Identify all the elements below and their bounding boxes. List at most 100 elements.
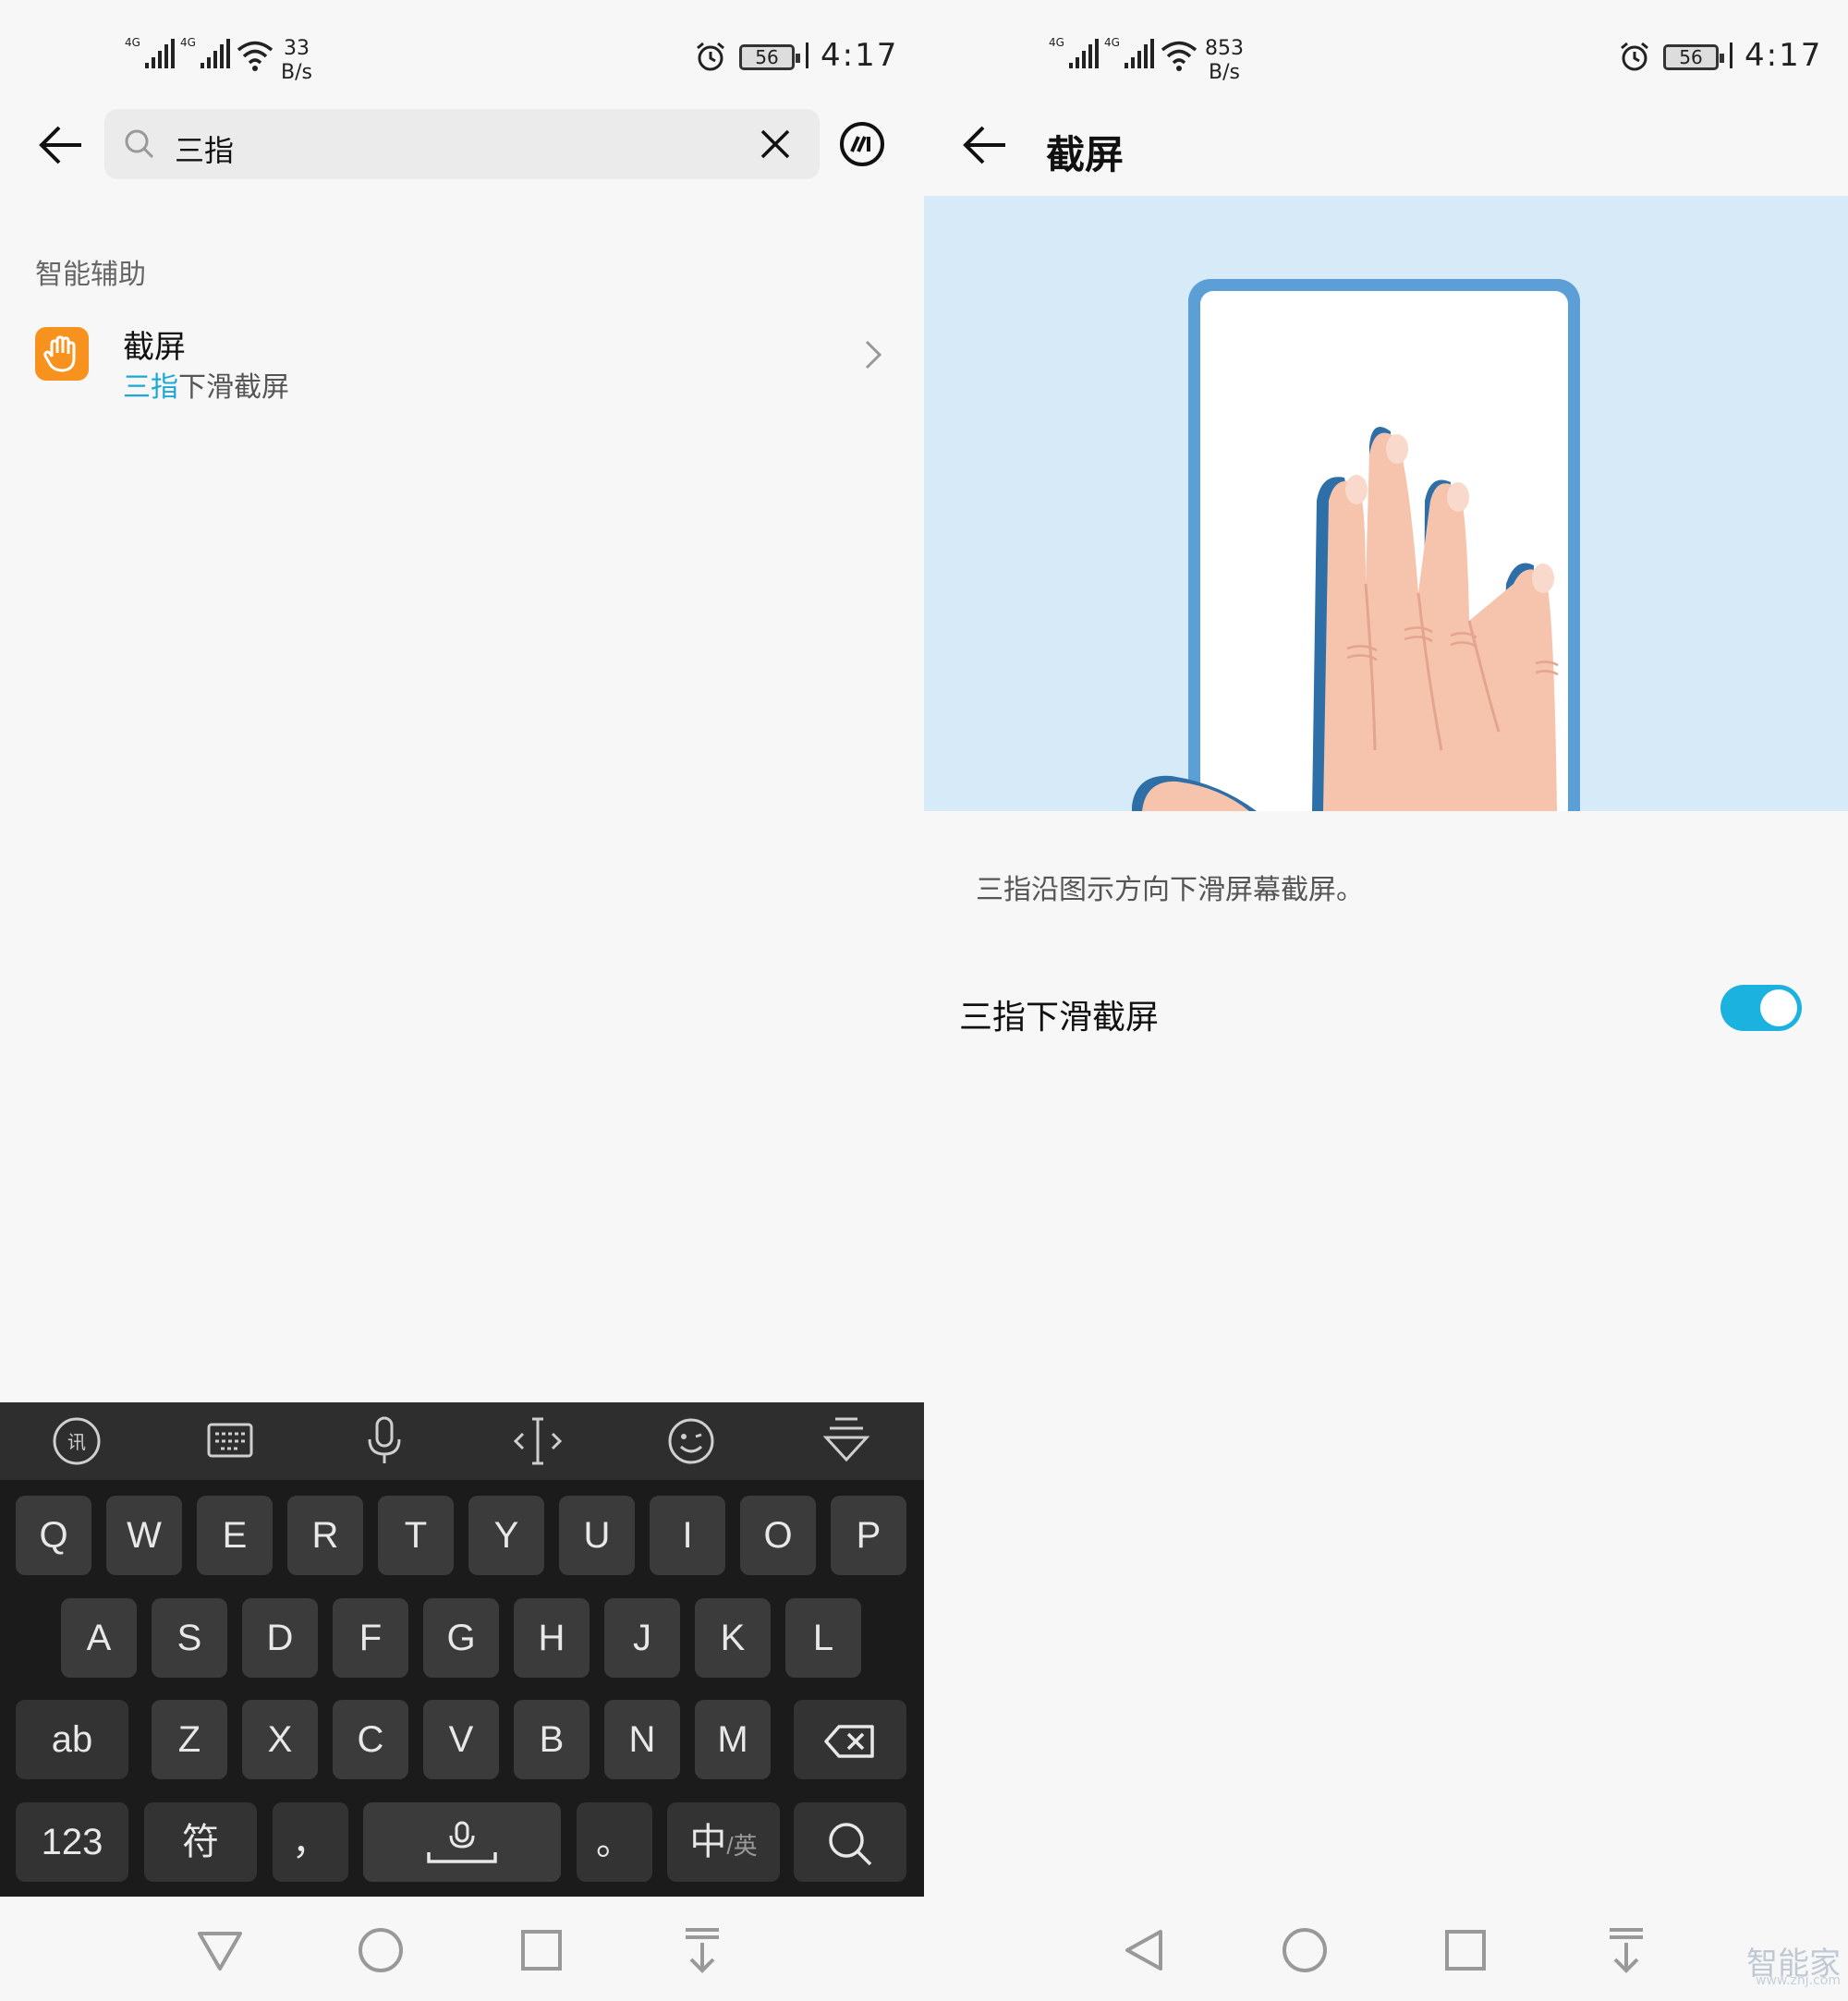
status-divider	[1730, 42, 1732, 68]
key-s[interactable]: S	[152, 1598, 227, 1678]
search-screen: 4G 4G 33 B/s 56 4:17 三指 智能辅助 截屏 三指下滑截屏 讯…	[0, 0, 924, 2001]
battery-indicator: 56	[739, 44, 800, 70]
svg-text:4G: 4G	[1049, 36, 1064, 49]
clear-icon[interactable]	[759, 127, 792, 161]
key-c[interactable]: C	[333, 1700, 408, 1779]
key-v[interactable]: V	[423, 1700, 499, 1779]
home-nav-icon[interactable]	[1279, 1924, 1331, 1976]
key-n[interactable]: N	[604, 1700, 680, 1779]
lang-alt: /英	[726, 1832, 758, 1860]
wifi-icon	[237, 41, 274, 71]
keyboard: 讯 Q W E R T Y U I O P A S D F G H J K Lab Z X C V B N M 123	[0, 1402, 924, 1897]
search-input[interactable]: 三指	[104, 109, 820, 179]
recents-nav-icon[interactable]	[516, 1924, 567, 1976]
keyboard-switch-icon[interactable]	[202, 1415, 258, 1467]
hide-keyboard-icon[interactable]	[819, 1415, 874, 1467]
alarm-icon	[697, 42, 724, 71]
navigation-bar	[0, 1898, 924, 2001]
notification-pull-icon[interactable]	[676, 1924, 728, 1976]
key-w[interactable]: W	[106, 1496, 182, 1575]
svg-text:4G: 4G	[125, 36, 140, 49]
key-i[interactable]: I	[650, 1496, 725, 1575]
result-subtitle: 三指下滑截屏	[123, 364, 289, 405]
key-123[interactable]: 123	[16, 1802, 128, 1882]
navigation-bar	[924, 1898, 1848, 2001]
key-d[interactable]: D	[242, 1598, 318, 1678]
section-label: 智能辅助	[35, 259, 146, 291]
search-query: 三指	[175, 133, 235, 168]
recents-nav-icon[interactable]	[1440, 1924, 1491, 1976]
key-h[interactable]: H	[514, 1598, 590, 1678]
key-k[interactable]: K	[695, 1598, 771, 1678]
result-title: 截屏	[123, 329, 186, 366]
lang-main: 中	[689, 1822, 727, 1862]
key-b[interactable]: B	[514, 1700, 590, 1779]
result-subtitle-rest: 下滑截屏	[178, 371, 289, 404]
hand-icon	[35, 327, 89, 381]
key-l[interactable]: L	[785, 1598, 861, 1678]
result-subtitle-highlight: 三指	[123, 371, 178, 404]
svg-text:4G: 4G	[1104, 36, 1120, 49]
notification-pull-icon[interactable]	[1600, 1924, 1652, 1976]
three-finger-swipe-illustration	[1132, 279, 1580, 811]
back-arrow-icon[interactable]	[961, 123, 1009, 167]
key-e[interactable]: E	[197, 1496, 273, 1575]
key-y[interactable]: Y	[468, 1496, 544, 1575]
search-icon	[125, 129, 154, 159]
iflytek-logo-icon[interactable]: 讯	[49, 1415, 104, 1467]
key-z[interactable]: Z	[152, 1700, 227, 1779]
clock: 4:17	[821, 37, 899, 74]
clock: 4:17	[1745, 37, 1823, 74]
status-divider	[806, 42, 808, 68]
key-u[interactable]: U	[559, 1496, 635, 1575]
keyboard-toolbar: 讯	[0, 1402, 924, 1480]
key-p[interactable]: P	[831, 1496, 906, 1575]
key-o[interactable]: O	[740, 1496, 816, 1575]
microphone-icon[interactable]	[357, 1415, 412, 1467]
key-j[interactable]: J	[604, 1598, 680, 1678]
language-switch-key[interactable]: 中/英	[667, 1802, 780, 1882]
key-g[interactable]: G	[423, 1598, 499, 1678]
search-key[interactable]	[794, 1802, 906, 1882]
toggle-knob	[1760, 989, 1797, 1026]
toggle-label: 三指下滑截屏	[959, 999, 1160, 1037]
key-x[interactable]: X	[242, 1700, 318, 1779]
back-nav-icon[interactable]	[194, 1924, 246, 1976]
key-r[interactable]: R	[287, 1496, 363, 1575]
space-key[interactable]	[363, 1802, 561, 1882]
cellular-signal-icon: 4G	[180, 36, 230, 68]
key-ab[interactable]: ab	[16, 1700, 128, 1779]
battery-indicator: 56	[1663, 44, 1724, 70]
cellular-signal-icon: 4G	[1104, 36, 1154, 68]
key-t[interactable]: T	[378, 1496, 454, 1575]
chevron-right-icon	[865, 340, 882, 370]
backspace-icon	[824, 1725, 874, 1759]
alarm-icon	[1621, 42, 1648, 71]
key-q[interactable]: Q	[16, 1496, 91, 1575]
svg-text:讯: 讯	[67, 1431, 86, 1453]
key-f[interactable]: F	[333, 1598, 408, 1678]
wifi-icon	[1161, 41, 1198, 71]
back-nav-icon[interactable]	[1118, 1924, 1170, 1976]
network-speed: 853 B/s	[1205, 37, 1244, 84]
svg-text:4G: 4G	[180, 36, 196, 49]
key-m[interactable]: M	[695, 1700, 771, 1779]
cursor-move-icon[interactable]	[510, 1415, 565, 1467]
home-nav-icon[interactable]	[355, 1924, 407, 1976]
search-icon	[829, 1823, 872, 1866]
gesture-illustration	[924, 196, 1848, 811]
cellular-signal-icon: 4G	[1049, 36, 1099, 68]
key-comma[interactable]: ，	[273, 1802, 348, 1882]
emoji-icon[interactable]	[663, 1415, 719, 1467]
key-a[interactable]: A	[61, 1598, 137, 1678]
key-symbol[interactable]: 符	[144, 1802, 257, 1882]
three-finger-screenshot-toggle[interactable]	[1720, 985, 1802, 1031]
back-arrow-icon[interactable]	[37, 123, 85, 167]
key-period[interactable]: 。	[577, 1802, 652, 1882]
screenshot-settings-screen: 4G 4G 853 B/s 56 4:17 截屏 三指沿图示方向下滑屏幕截屏。 …	[924, 0, 1848, 2001]
backspace-key[interactable]	[794, 1700, 906, 1779]
voice-assistant-icon[interactable]	[838, 120, 886, 168]
space-mic-icon	[427, 1821, 497, 1864]
network-speed: 33 B/s	[281, 37, 312, 84]
gesture-description: 三指沿图示方向下滑屏幕截屏。	[976, 874, 1364, 906]
